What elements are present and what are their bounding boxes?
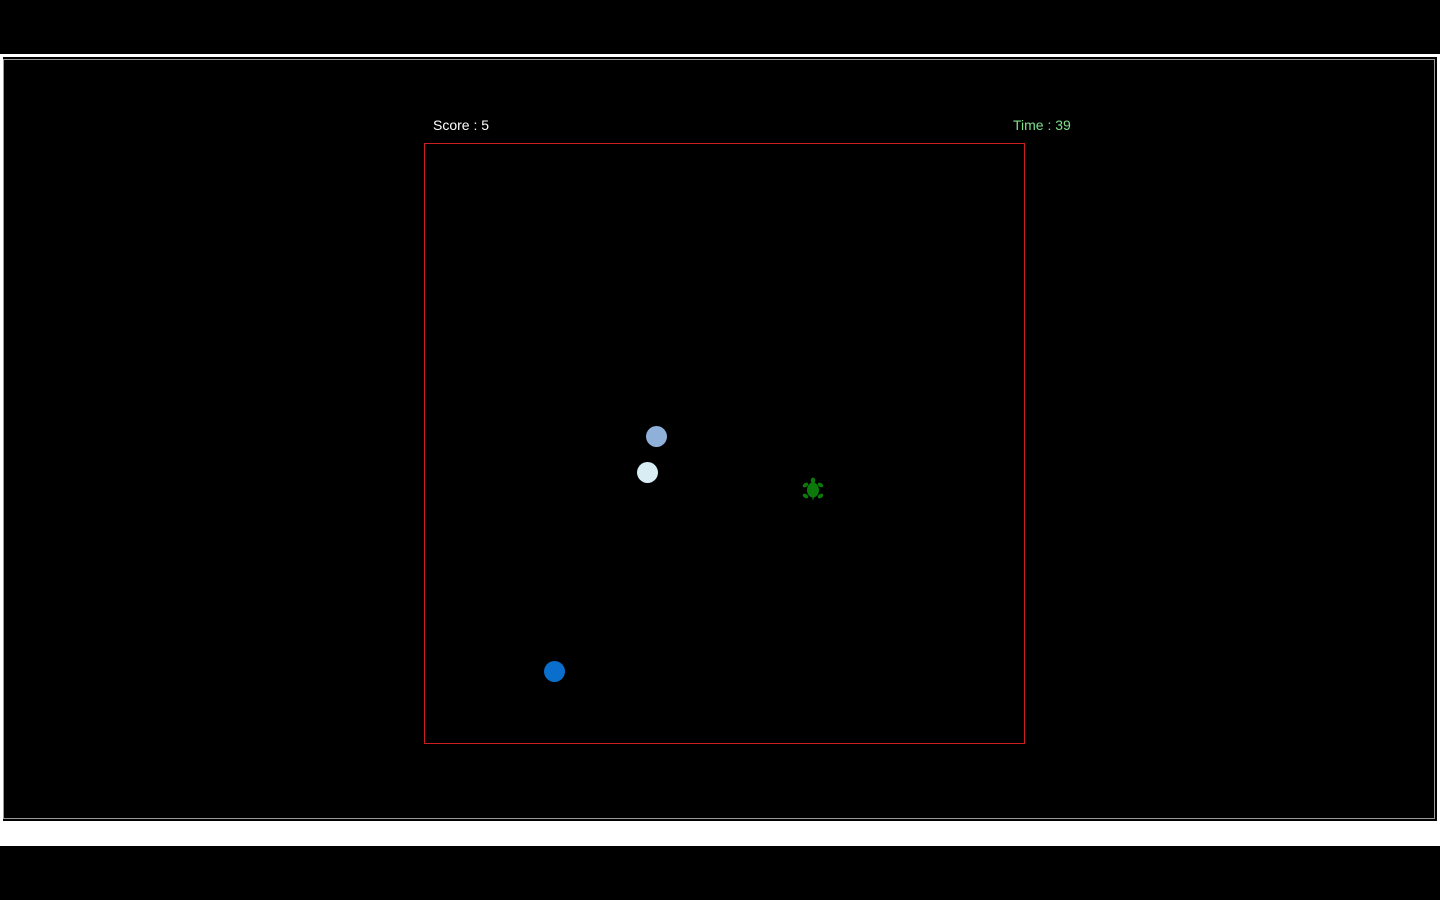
turtle-icon [802, 477, 824, 501]
ball-enemy [544, 661, 565, 682]
ball-enemy [646, 426, 667, 447]
time-label: Time : 39 [1013, 117, 1071, 133]
score-label: Score : 5 [433, 117, 490, 133]
play-arena[interactable] [424, 143, 1025, 744]
ball-enemy [637, 462, 658, 483]
game-screen: Score : 5 Time : 39 [0, 0, 1440, 900]
